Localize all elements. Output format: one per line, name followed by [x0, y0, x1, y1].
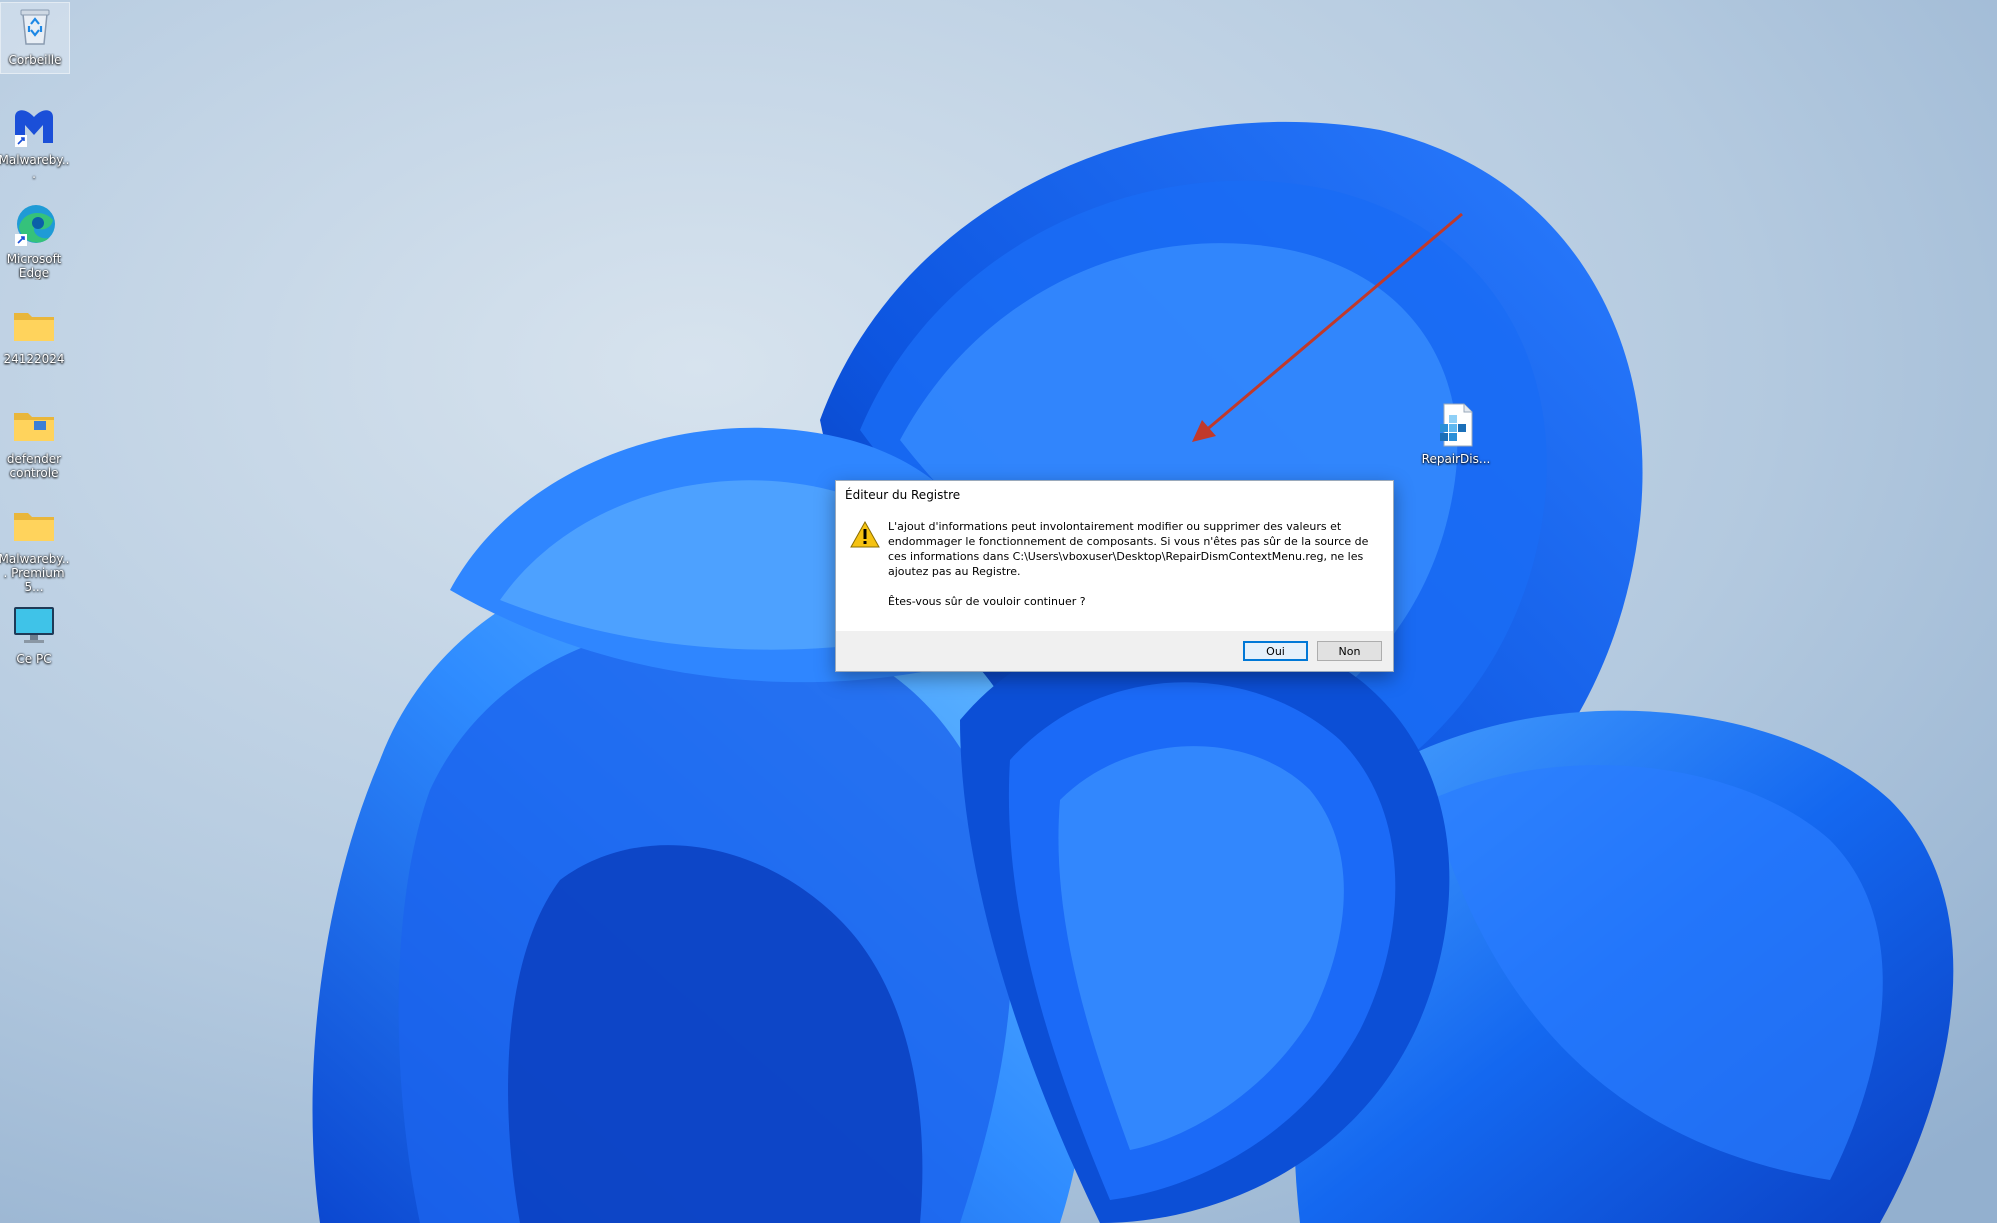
desktop-icon-folder-malwarebytes-premium[interactable]: Malwareby... Premium 5... — [0, 502, 70, 594]
folder-icon — [11, 302, 57, 348]
no-button[interactable]: Non — [1317, 641, 1382, 661]
dialog-message-warning: L'ajout d'informations peut involontaire… — [888, 520, 1369, 578]
warning-icon — [850, 521, 880, 548]
folder-icon — [11, 402, 57, 448]
folder-icon — [11, 502, 57, 548]
recycle-bin-icon — [12, 3, 58, 49]
desktop-icon-label: Malwareby... — [0, 153, 70, 181]
desktop-icon-label: Microsoft Edge — [6, 252, 62, 280]
desktop-icon-folder-24122024[interactable]: 24122024 — [0, 302, 68, 366]
dialog-message-question: Êtes-vous sûr de vouloir continuer ? — [888, 595, 1086, 608]
desktop-icon-label: defender controle — [6, 452, 62, 480]
desktop-icon-repairdism-reg[interactable]: RepairDis... — [1422, 402, 1490, 466]
desktop-icon-edge[interactable]: Microsoft Edge — [0, 202, 68, 280]
computer-icon — [11, 602, 57, 648]
desktop-icon-label: 24122024 — [3, 352, 65, 366]
registry-editor-dialog: Éditeur du Registre L'ajout d'informatio… — [835, 480, 1394, 672]
desktop-icon-label: Ce PC — [16, 652, 52, 666]
dialog-titlebar[interactable]: Éditeur du Registre — [836, 481, 1393, 509]
desktop-icon-this-pc[interactable]: Ce PC — [0, 602, 68, 666]
dialog-footer: Oui Non — [836, 631, 1393, 671]
yes-button[interactable]: Oui — [1243, 641, 1308, 661]
malwarebytes-icon — [11, 103, 57, 149]
desktop-icon-folder-defender[interactable]: defender controle — [0, 402, 68, 480]
desktop-icon-recycle-bin[interactable]: Corbeille — [0, 2, 70, 74]
registry-file-icon — [1433, 402, 1479, 448]
dialog-message: L'ajout d'informations peut involontaire… — [888, 519, 1374, 624]
desktop-icon-malwarebytes[interactable]: Malwareby... — [0, 103, 70, 181]
desktop-icon-label: RepairDis... — [1421, 452, 1491, 466]
dialog-body: L'ajout d'informations peut involontaire… — [836, 509, 1393, 611]
edge-icon — [11, 202, 57, 248]
desktop-icon-label: Malwareby... Premium 5... — [0, 552, 70, 594]
desktop-icon-label: Corbeille — [8, 53, 62, 67]
dialog-title: Éditeur du Registre — [845, 488, 961, 502]
